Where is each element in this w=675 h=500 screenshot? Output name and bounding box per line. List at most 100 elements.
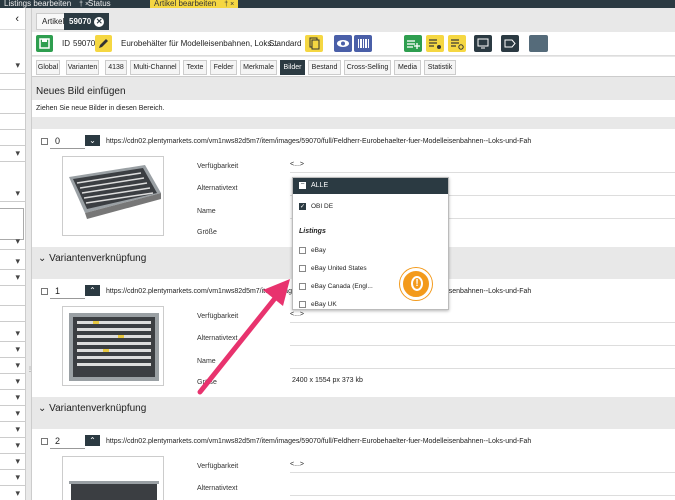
filter-row[interactable]	[0, 290, 26, 306]
filter-row[interactable]	[0, 306, 26, 322]
filter-row[interactable]	[0, 130, 26, 146]
option-ebay-uk[interactable]: eBay UK	[299, 301, 337, 308]
chevron-down-icon: ⌄	[89, 136, 96, 145]
tab-label: 59070	[69, 17, 92, 26]
image-select-checkbox[interactable]	[41, 438, 48, 445]
save-button[interactable]	[36, 35, 53, 52]
checkbox-icon	[299, 283, 306, 290]
tab-cross-selling[interactable]: Cross-Selling	[344, 60, 391, 75]
tab-pin-close-icons[interactable]: † ×	[224, 1, 234, 8]
filter-row[interactable]: ▾	[0, 342, 26, 358]
close-icon[interactable]: ✕	[94, 17, 105, 27]
tab-4138[interactable]: 4138	[105, 60, 127, 75]
tab-felder[interactable]: Felder	[210, 60, 237, 75]
collapse-toggle[interactable]: ⌃	[85, 285, 100, 296]
more-button[interactable]	[529, 35, 548, 52]
name-input[interactable]	[290, 353, 675, 369]
filter-row[interactable]: ▾	[0, 58, 26, 74]
filter-row[interactable]: ▾	[0, 390, 26, 406]
tab-merkmale[interactable]: Merkmale	[240, 60, 277, 75]
tab-artikel-bearbeiten[interactable]: Artikel bearbeiten † ×	[150, 0, 239, 8]
filter-row[interactable]: ▾	[0, 374, 26, 390]
expand-toggle[interactable]: ⌄	[85, 135, 100, 146]
filter-row[interactable]: ▾	[0, 270, 26, 286]
filter-row[interactable]	[0, 114, 26, 130]
tag-button[interactable]	[501, 35, 519, 52]
chevron-down-icon: ▾	[15, 408, 20, 418]
save-icon	[39, 38, 50, 49]
list-tools-button[interactable]	[448, 35, 466, 52]
view-select[interactable]: Standard	[269, 39, 301, 48]
option-obi-de[interactable]: ✓ OBI DE	[299, 203, 333, 210]
chevron-down-icon: ▾	[15, 456, 20, 466]
left-filter-panel: ‹ ▾ ▾ ▾ ▾ ▾ ▾ ▾ ▾ ▾ ▾ ▾ ▾ ▾ ▾ ▾ ▾ ▾	[0, 8, 26, 500]
collapse-panel-icon[interactable]: ‹	[15, 13, 19, 25]
id-label: ID	[62, 39, 70, 48]
filter-row[interactable]: ▾	[0, 422, 26, 438]
filter-row[interactable]: ▾	[0, 406, 26, 422]
filter-row[interactable]	[0, 74, 26, 90]
filter-row[interactable]: ▾	[0, 454, 26, 470]
tab-statistik[interactable]: Statistik	[424, 60, 456, 75]
listings-group-label: Listings	[299, 228, 326, 235]
add-variant-button[interactable]	[404, 35, 422, 52]
tab-listings-bearbeiten[interactable]: Listings bearbeiten † ×	[0, 0, 93, 8]
copy-icon	[309, 37, 320, 50]
image-thumbnail	[62, 156, 164, 236]
alt-text-input[interactable]	[290, 480, 675, 496]
position-input[interactable]: 0	[50, 134, 85, 149]
select-all-option[interactable]: − ALLE	[293, 178, 448, 194]
filter-row[interactable]: ▾	[0, 326, 26, 342]
tab-bilder[interactable]: Bilder	[280, 60, 305, 75]
barcode-button[interactable]	[354, 35, 372, 52]
option-ebay-canada[interactable]: eBay Canada (Engl...	[299, 283, 373, 290]
image-select-checkbox[interactable]	[41, 138, 48, 145]
tab-status[interactable]: Status	[84, 0, 115, 8]
chevron-down-icon: ▾	[15, 376, 20, 386]
chevron-down-icon: ▾	[15, 360, 20, 370]
filter-row[interactable]: ▾	[0, 470, 26, 486]
filter-row[interactable]: ▾	[0, 146, 26, 162]
tab-texte[interactable]: Texte	[183, 60, 207, 75]
filter-row[interactable]: ▾	[0, 438, 26, 454]
availability-label: Verfügbarkeit	[197, 463, 239, 470]
chevron-down-icon: ▾	[15, 472, 20, 482]
availability-select[interactable]: <...>	[290, 161, 675, 173]
tab-varianten[interactable]: Varianten	[66, 60, 99, 75]
filter-row[interactable]: ▾	[0, 254, 26, 270]
image-select-checkbox[interactable]	[41, 288, 48, 295]
warning-icon: !	[400, 268, 432, 300]
alt-text-label: Alternativtext	[197, 335, 238, 342]
option-ebay-us[interactable]: eBay United States	[299, 265, 367, 272]
filter-row[interactable]: ▾	[0, 186, 26, 202]
position-input[interactable]: 1	[50, 284, 85, 299]
alt-text-input[interactable]	[290, 330, 675, 346]
filter-row[interactable]: ▾	[0, 358, 26, 374]
filter-row[interactable]	[0, 98, 26, 114]
image-dropzone[interactable]: Ziehen Sie neue Bilder in diesen Bereich…	[32, 100, 675, 117]
availability-select[interactable]: <...>	[290, 311, 675, 323]
product-photo	[63, 157, 163, 235]
pencil-icon	[99, 39, 108, 48]
availability-select[interactable]: <...>	[290, 461, 675, 473]
item-name: Eurobehälter für Modelleisenbahnen, Loks…	[121, 39, 278, 48]
tab-item-59070[interactable]: 59070 ✕	[64, 13, 110, 30]
name-label: Name	[197, 358, 216, 365]
filter-row[interactable]: ▾	[0, 234, 26, 250]
tab-media[interactable]: Media	[394, 60, 421, 75]
preview-button[interactable]	[474, 35, 492, 52]
option-ebay[interactable]: eBay	[299, 247, 326, 254]
list-add-icon	[407, 40, 420, 49]
tab-multi-channel[interactable]: Multi-Channel	[130, 60, 180, 75]
filter-row[interactable]: ▾	[0, 486, 26, 500]
list-edit-button[interactable]	[426, 35, 444, 52]
position-input[interactable]: 2	[50, 434, 85, 449]
option-label: eBay United States	[311, 265, 367, 273]
view-button[interactable]	[334, 35, 352, 52]
collapse-toggle[interactable]: ⌃	[85, 435, 100, 446]
variant-link-toggle[interactable]: ⌄ Variantenverknüpfung	[32, 397, 675, 421]
edit-button[interactable]	[95, 35, 112, 52]
tab-global[interactable]: Global	[36, 60, 60, 75]
tab-bestand[interactable]: Bestand	[308, 60, 341, 75]
copy-button[interactable]	[305, 35, 323, 52]
